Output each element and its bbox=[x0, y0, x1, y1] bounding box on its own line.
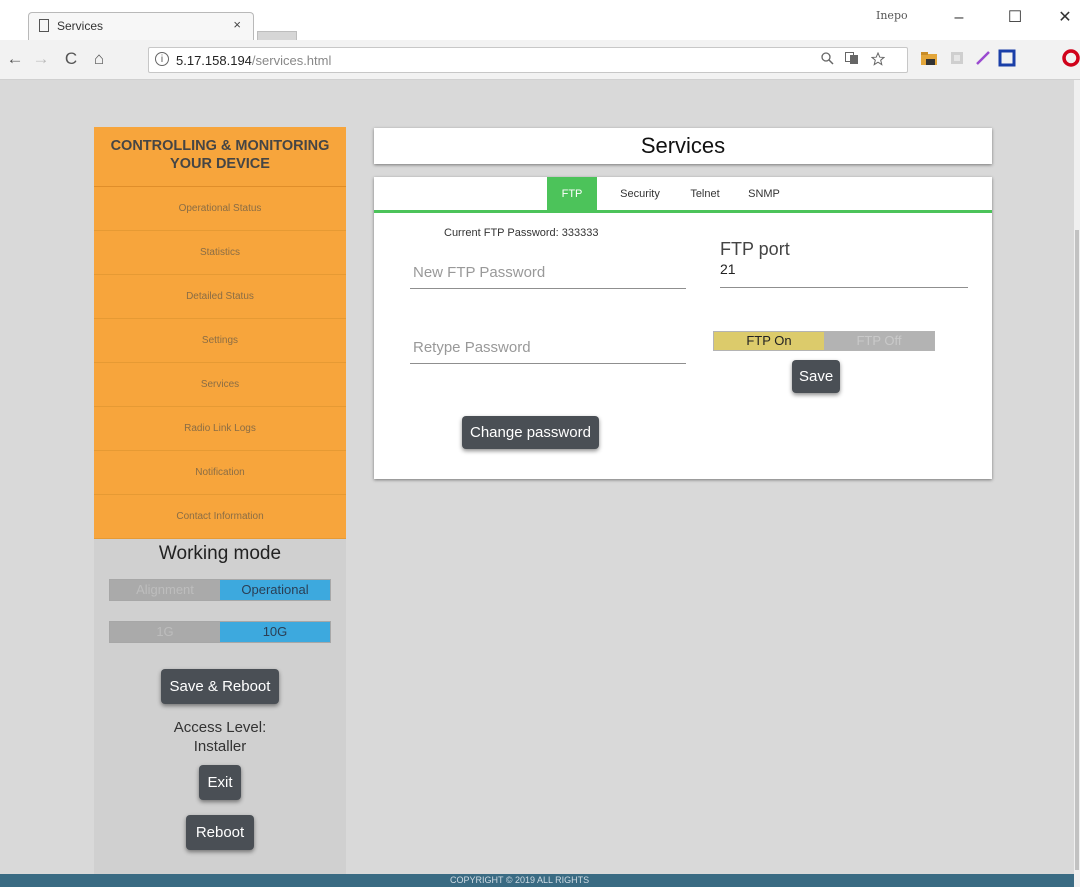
access-level-value: Installer bbox=[193, 738, 247, 755]
new-ftp-password-input[interactable] bbox=[410, 258, 686, 286]
exit-button[interactable]: Exit bbox=[199, 765, 241, 800]
tab-telnet[interactable]: Telnet bbox=[679, 177, 731, 210]
tab-title: Services bbox=[57, 19, 104, 33]
access-level-label: Access Level: bbox=[173, 719, 267, 736]
zoom-icon[interactable] bbox=[821, 52, 834, 68]
close-window-button[interactable]: ✕ bbox=[1050, 6, 1080, 30]
tab-security[interactable]: Security bbox=[607, 177, 673, 210]
browser-tab[interactable]: Services × bbox=[28, 12, 254, 40]
page-background: CONTROLLING & MONITORING YOUR DEVICE Ope… bbox=[0, 80, 1074, 887]
extension-folder-icon[interactable] bbox=[920, 49, 938, 67]
sidebar-item-detailed-status[interactable]: Detailed Status bbox=[94, 275, 346, 319]
sidebar-item-statistics[interactable]: Statistics bbox=[94, 231, 346, 275]
retype-password-field[interactable] bbox=[410, 333, 686, 364]
sidebar-item-services[interactable]: Services bbox=[94, 363, 346, 407]
sidebar: CONTROLLING & MONITORING YOUR DEVICE Ope… bbox=[94, 127, 346, 887]
info-icon[interactable]: i bbox=[155, 52, 169, 66]
minimize-button[interactable]: – bbox=[944, 6, 974, 30]
mode-option-alignment[interactable]: Alignment bbox=[110, 580, 220, 600]
speed-toggle[interactable]: 1G 10G bbox=[109, 621, 331, 643]
ftp-toggle[interactable]: FTP On FTP Off bbox=[713, 331, 935, 351]
browser-titlebar: Services × Inepo – ☐ ✕ bbox=[0, 0, 1080, 41]
speed-option-1g[interactable]: 1G bbox=[110, 622, 220, 642]
working-mode-title: Working mode bbox=[158, 543, 282, 564]
new-ftp-password-field[interactable] bbox=[410, 258, 686, 289]
sidebar-item-contact-information[interactable]: Contact Information bbox=[94, 495, 346, 539]
tab-close-icon[interactable]: × bbox=[233, 17, 241, 32]
ftp-port-input[interactable]: 21 bbox=[720, 261, 736, 277]
sidebar-item-radio-link-logs[interactable]: Radio Link Logs bbox=[94, 407, 346, 451]
retype-password-input[interactable] bbox=[410, 333, 686, 361]
translate-icon[interactable] bbox=[845, 52, 859, 68]
sidebar-item-notification[interactable]: Notification bbox=[94, 451, 346, 495]
current-ftp-password: Current FTP Password: 333333 bbox=[444, 227, 599, 239]
ftp-port-label: FTP port bbox=[720, 239, 790, 259]
address-bar[interactable]: i 5.17.158.194/services.html bbox=[148, 47, 908, 73]
page-title: Services bbox=[374, 128, 992, 164]
maximize-button[interactable]: ☐ bbox=[1000, 6, 1030, 30]
ftp-on-option[interactable]: FTP On bbox=[714, 332, 824, 350]
browser-toolbar: ← → C ⌂ i 5.17.158.194/services.html bbox=[0, 40, 1080, 80]
star-icon[interactable] bbox=[870, 51, 886, 69]
services-tabbar: FTP Security Telnet SNMP bbox=[374, 177, 992, 213]
ftp-port-underline bbox=[720, 287, 968, 288]
mode-option-operational[interactable]: Operational bbox=[220, 580, 330, 600]
tab-snmp[interactable]: SNMP bbox=[735, 177, 793, 210]
sidebar-item-operational-status[interactable]: Operational Status bbox=[94, 187, 346, 231]
working-mode-toggle[interactable]: Alignment Operational bbox=[109, 579, 331, 601]
reboot-button[interactable]: Reboot bbox=[185, 815, 255, 850]
scrollbar-thumb[interactable] bbox=[1075, 230, 1079, 870]
services-panel: FTP Security Telnet SNMP Current FTP Pas… bbox=[374, 177, 992, 479]
save-button[interactable]: Save bbox=[792, 360, 841, 393]
speed-option-10g[interactable]: 10G bbox=[220, 622, 330, 642]
forward-icon[interactable]: → bbox=[30, 48, 52, 70]
tab-ftp[interactable]: FTP bbox=[547, 177, 597, 210]
profile-name[interactable]: Inepo bbox=[876, 9, 908, 22]
extension-opera-icon[interactable] bbox=[1062, 49, 1080, 67]
back-icon[interactable]: ← bbox=[4, 48, 26, 70]
sidebar-item-settings[interactable]: Settings bbox=[94, 319, 346, 363]
sidebar-header: CONTROLLING & MONITORING YOUR DEVICE bbox=[94, 127, 346, 187]
footer-text: COPYRIGHT © 2019 ALL RIGHTS bbox=[450, 875, 590, 885]
document-icon bbox=[39, 19, 49, 32]
extension-square-icon[interactable] bbox=[998, 49, 1016, 67]
reload-icon[interactable]: C bbox=[60, 48, 82, 70]
extension-grey-icon[interactable] bbox=[948, 49, 966, 67]
extension-pen-icon[interactable] bbox=[974, 49, 992, 67]
change-password-button[interactable]: Change password bbox=[462, 416, 599, 449]
save-reboot-button[interactable]: Save & Reboot bbox=[160, 669, 280, 704]
url-text[interactable]: 5.17.158.194/services.html bbox=[176, 53, 331, 68]
home-icon[interactable]: ⌂ bbox=[88, 48, 110, 70]
ftp-off-option[interactable]: FTP Off bbox=[824, 332, 934, 350]
